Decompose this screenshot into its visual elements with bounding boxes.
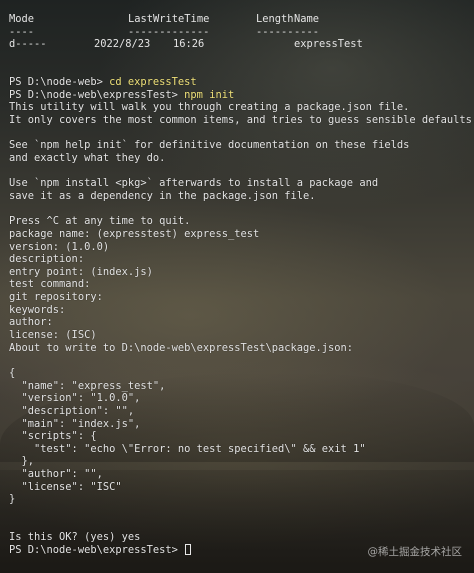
json-line: "name": "express_test", [9, 379, 166, 392]
dir-separator-row: ---- ------------- ------ ---- [9, 26, 474, 39]
prompt-answer-line: entry point: (index.js) [9, 265, 153, 278]
col-lastwritetime-header: LastWriteTime [128, 13, 210, 25]
col-length-header: Length [256, 13, 294, 25]
json-line: "author": "", [9, 468, 103, 481]
output-line: About to write to D:\node-web\expressTes… [9, 341, 354, 354]
sep-lastwritetime: ------------- [128, 25, 210, 38]
output-line: Press ^C at any time to quit. [9, 215, 191, 228]
prompt: PS D:\node-web\expressTest> [9, 88, 185, 101]
json-line: "main": "index.js", [9, 417, 141, 430]
prompt-answer-line: version: (1.0.0) [9, 240, 110, 253]
command-text: npm init [184, 88, 235, 101]
terminal-output[interactable]: Mode LastWriteTime Length Name ---- ----… [9, 13, 474, 557]
prompt-answer-line: description: [9, 253, 85, 266]
entry-time: 16:26 [173, 38, 205, 51]
prompt-answer-line: package name: (expresstest) express_test [9, 227, 260, 240]
col-mode-header: Mode [9, 13, 35, 25]
prompt-answer-line: test command: [9, 278, 91, 291]
entry-mode: d----- [9, 38, 47, 51]
prompt-answer-line: license: (ISC) [9, 329, 97, 342]
sep-length: ------ [256, 25, 294, 38]
output-line: This utility will walk you through creat… [9, 101, 410, 114]
prompt-answer-line: author: [9, 316, 53, 329]
sep-mode: ---- [9, 25, 35, 38]
text-cursor[interactable] [185, 543, 192, 555]
cmd-line-cd: PS D:\node-web> cd expressTest [9, 76, 474, 89]
output-line: See `npm help init` for definitive docum… [9, 139, 410, 152]
prompt-answer-line: git repository: [9, 291, 103, 304]
prompt-answer-line: keywords: [9, 303, 66, 316]
json-line: "test": "echo \"Error: no test specified… [9, 442, 366, 455]
sep-name: ---- [294, 25, 320, 38]
json-line: "version": "1.0.0", [9, 392, 141, 405]
output-line: save it as a dependency in the package.j… [9, 189, 316, 202]
dir-entry-row: d----- 2022/8/23 16:26 expressTest [9, 38, 474, 51]
entry-name: expressTest [294, 38, 363, 51]
json-line: { [9, 366, 16, 379]
entry-date: 2022/8/23 [94, 38, 151, 51]
output-line: Use `npm install <pkg>` afterwards to in… [9, 177, 379, 190]
output-line: and exactly what they do. [9, 152, 166, 165]
dir-header-row: Mode LastWriteTime Length Name [9, 13, 474, 26]
json-line: } [9, 493, 16, 506]
cmd-line-npm-init: PS D:\node-web\expressTest> npm init [9, 89, 474, 102]
json-line: "license": "ISC" [9, 480, 122, 493]
watermark: @稀土掘金技术社区 [367, 546, 463, 558]
prompt: PS D:\node-web\expressTest> [9, 543, 185, 556]
command-text: cd expressTest [109, 76, 197, 89]
col-name-header: Name [294, 13, 320, 25]
json-line: }, [9, 455, 35, 468]
confirm-line: Is this OK? (yes) yes [9, 531, 141, 544]
json-line: "scripts": { [9, 430, 97, 443]
output-line: It only covers the most common items, an… [9, 114, 474, 127]
json-line: "description": "", [9, 404, 135, 417]
